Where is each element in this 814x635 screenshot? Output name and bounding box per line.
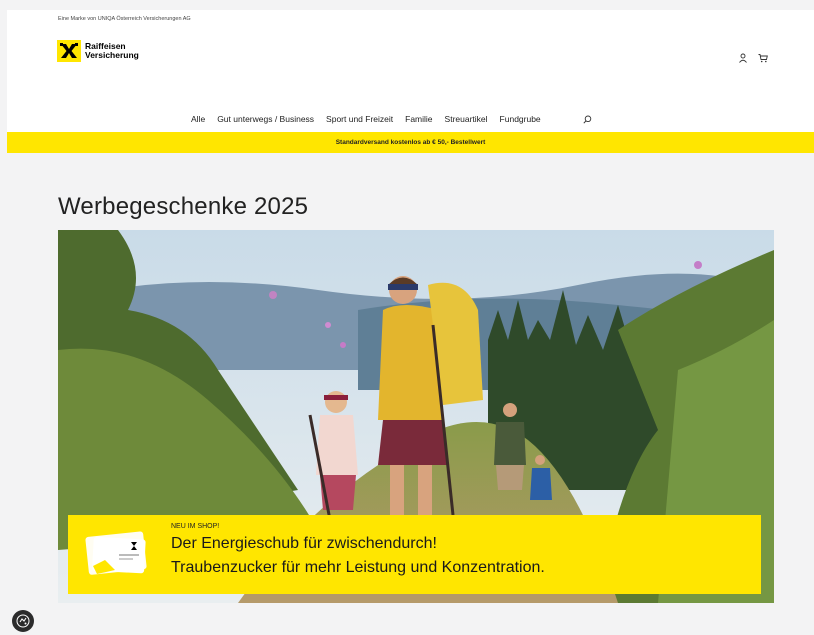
hero-banner[interactable]: NEU IM SHOP! Der Energieschub für zwisch… (58, 230, 774, 603)
nav-item-sport-freizeit[interactable]: Sport und Freizeit (326, 114, 393, 124)
banner-subline: Traubenzucker für mehr Leistung und Konz… (171, 559, 545, 576)
logo-text: Raiffeisen Versicherung (85, 42, 139, 60)
promo-text: Standardversand kostenlos ab € 50,- Best… (335, 139, 486, 146)
raiffeisen-logo-icon (57, 40, 81, 62)
hero-promo-box[interactable]: NEU IM SHOP! Der Energieschub für zwisch… (68, 515, 761, 594)
page: Eine Marke von UNIQA Österreich Versiche… (7, 10, 814, 635)
nav-item-alle[interactable]: Alle (191, 114, 205, 124)
banner-kicker: NEU IM SHOP! (171, 523, 220, 530)
page-title: Werbegeschenke 2025 (58, 193, 309, 220)
header: Raiffeisen Versicherung Alle Gut unterwe… (7, 28, 814, 132)
promo-bar: Standardversand kostenlos ab € 50,- Best… (7, 132, 814, 153)
nav-item-familie[interactable]: Familie (405, 114, 432, 124)
logo-line2: Versicherung (85, 50, 139, 60)
banner-headline: Der Energieschub für zwischendurch! (171, 535, 437, 552)
topbar-text: Eine Marke von UNIQA Österreich Versiche… (58, 16, 191, 22)
search-icon[interactable] (583, 115, 592, 124)
main-nav: Alle Gut unterwegs / Business Sport und … (191, 114, 592, 124)
accessibility-icon[interactable] (12, 610, 34, 632)
cart-icon[interactable] (758, 48, 768, 63)
logo[interactable]: Raiffeisen Versicherung (57, 40, 139, 62)
product-card-icon (85, 528, 150, 578)
nav-item-fundgrube[interactable]: Fundgrube (500, 114, 541, 124)
header-icons (738, 48, 768, 63)
nav-item-gut-unterwegs[interactable]: Gut unterwegs / Business (217, 114, 314, 124)
user-icon[interactable] (738, 48, 748, 63)
nav-item-streuartikel[interactable]: Streuartikel (445, 114, 488, 124)
topbar: Eine Marke von UNIQA Österreich Versiche… (7, 10, 814, 28)
